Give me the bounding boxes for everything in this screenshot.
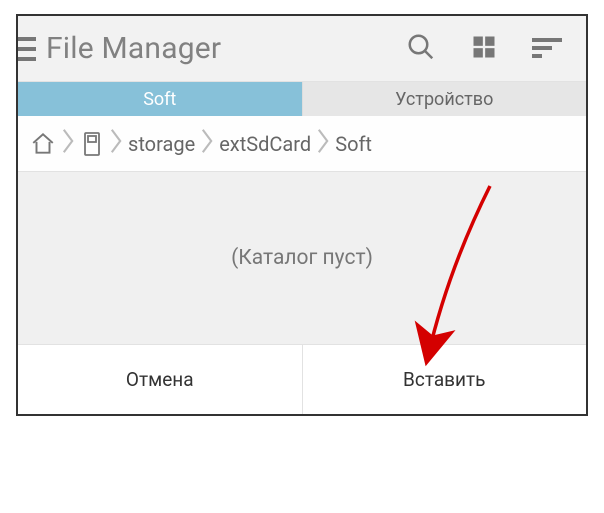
chevron-right-icon bbox=[200, 127, 214, 160]
empty-folder-message: (Каталог пуст) bbox=[231, 246, 373, 270]
chevron-right-icon bbox=[316, 127, 330, 160]
footer-actions: Отмена Вставить bbox=[18, 344, 586, 414]
storage-device-icon[interactable] bbox=[78, 130, 106, 158]
grid-view-icon[interactable] bbox=[470, 33, 498, 65]
search-icon[interactable] bbox=[406, 32, 436, 66]
content-area: (Каталог пуст) bbox=[18, 172, 586, 344]
tab-label: Устройство bbox=[395, 89, 493, 110]
tab-device[interactable]: Устройство bbox=[303, 82, 587, 116]
breadcrumb: storage extSdCard Soft bbox=[18, 116, 586, 172]
tab-label: Soft bbox=[143, 89, 176, 110]
paste-button[interactable]: Вставить bbox=[303, 345, 587, 414]
home-icon[interactable] bbox=[28, 131, 58, 157]
sort-icon[interactable] bbox=[532, 35, 564, 63]
breadcrumb-storage[interactable]: storage bbox=[126, 132, 197, 156]
tab-soft[interactable]: Soft bbox=[18, 82, 303, 116]
titlebar: File Manager bbox=[18, 16, 586, 82]
breadcrumb-soft[interactable]: Soft bbox=[333, 132, 374, 156]
tabs: Soft Устройство bbox=[18, 82, 586, 116]
breadcrumb-extsdcard[interactable]: extSdCard bbox=[217, 132, 313, 156]
chevron-right-icon bbox=[109, 127, 123, 160]
chevron-right-icon bbox=[61, 127, 75, 160]
menu-icon[interactable] bbox=[16, 37, 36, 61]
title-actions bbox=[406, 32, 582, 66]
file-manager-window: File Manager bbox=[16, 14, 588, 416]
app-title: File Manager bbox=[46, 31, 406, 66]
cancel-button[interactable]: Отмена bbox=[18, 345, 303, 414]
